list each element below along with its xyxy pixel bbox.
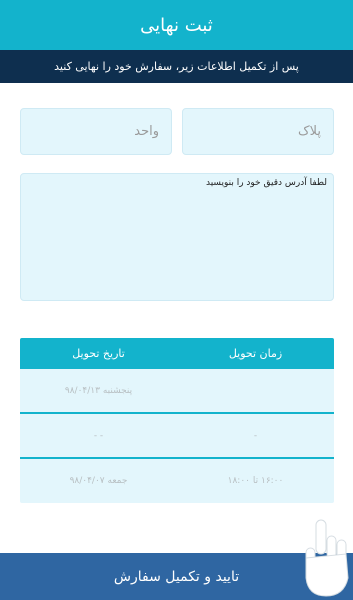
table-row[interactable]: پنجشنبه ۹۸/۰۴/۱۳	[20, 369, 334, 414]
column-header-delivery-date: تاریخ تحویل	[72, 347, 125, 360]
delivery-table: زمان تحویل تاریخ تحویل پنجشنبه ۹۸/۰۴/۱۳ …	[20, 338, 334, 503]
page-header: ثبت نهایی	[0, 0, 353, 50]
table-row[interactable]: ۱۶:۰۰ تا ۱۸:۰۰ جمعه ۹۸/۰۴/۰۷	[20, 459, 334, 502]
column-header-delivery-time: زمان تحویل	[228, 347, 283, 360]
confirm-order-label: تایید و تکمیل سفارش	[113, 568, 240, 585]
address-input[interactable]	[20, 173, 334, 301]
delivery-date-cell: پنجشنبه ۹۸/۰۴/۱۳	[64, 385, 133, 396]
page-title: ثبت نهایی	[140, 14, 213, 36]
instruction-bar: پس از تکمیل اطلاعات زیر، سفارش خود را نه…	[0, 50, 353, 83]
plate-input[interactable]	[182, 108, 334, 155]
delivery-date-cell: - -	[93, 430, 104, 441]
delivery-date-cell: جمعه ۹۸/۰۴/۰۷	[69, 475, 128, 486]
unit-input[interactable]	[20, 108, 172, 155]
delivery-time-cell: ۱۶:۰۰ تا ۱۸:۰۰	[227, 475, 284, 486]
table-row[interactable]: - - -	[20, 414, 334, 459]
pointing-hand-icon	[305, 519, 349, 597]
delivery-table-header: زمان تحویل تاریخ تحویل	[20, 338, 334, 369]
delivery-time-cell	[177, 369, 334, 412]
instruction-text: پس از تکمیل اطلاعات زیر، سفارش خود را نه…	[54, 60, 299, 73]
delivery-time-cell: -	[253, 430, 258, 441]
